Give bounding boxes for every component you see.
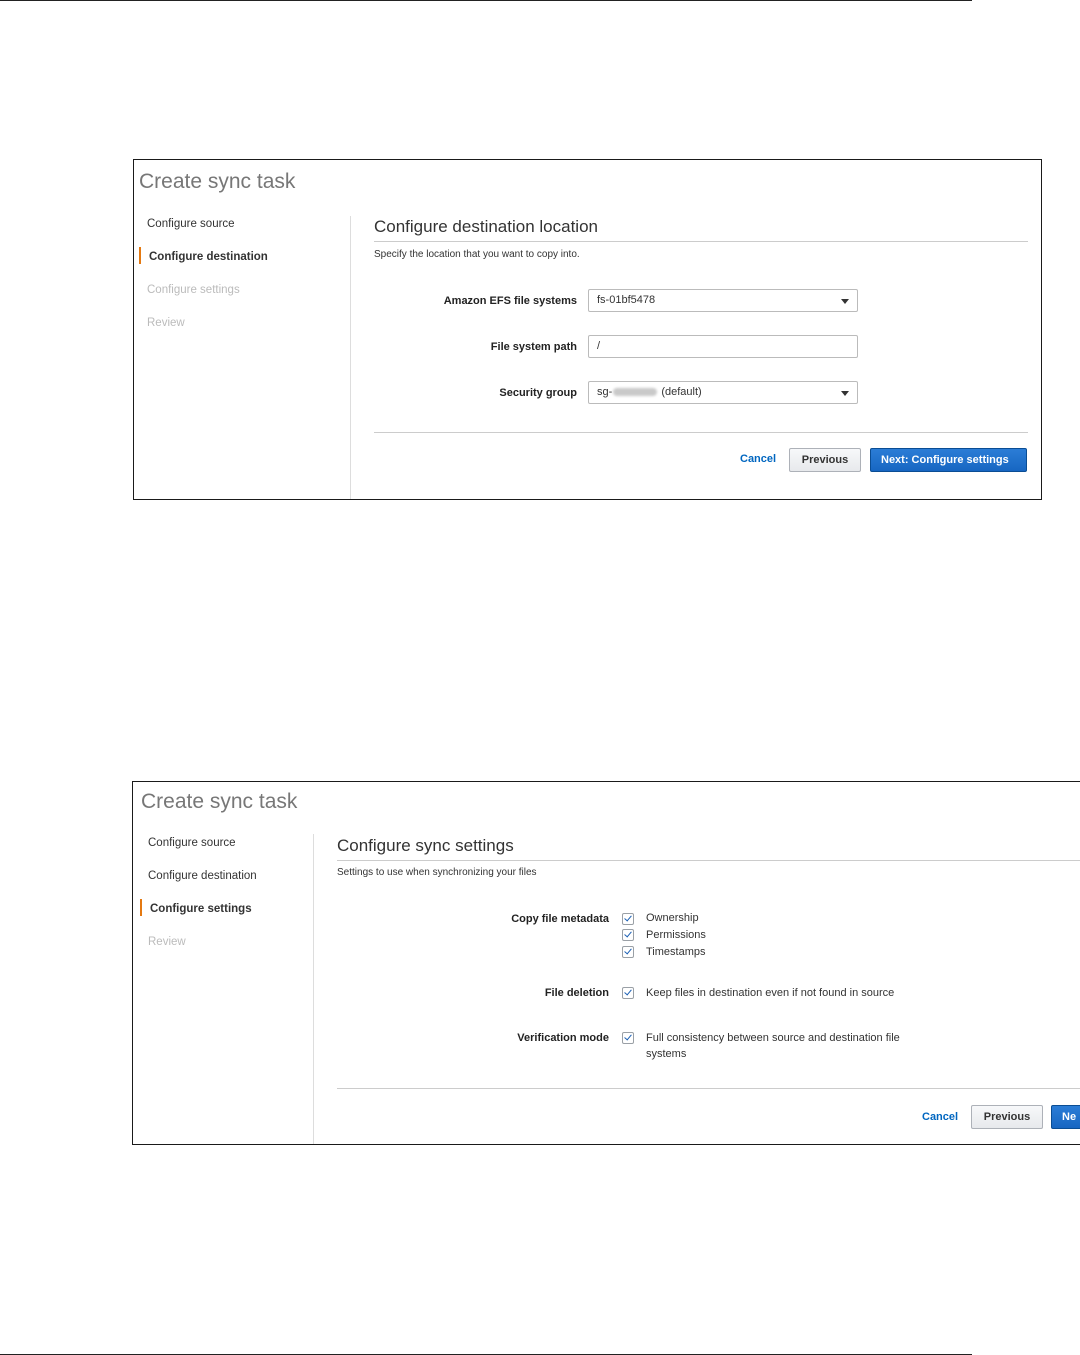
security-group-suffix: (default) — [661, 386, 702, 398]
full-consistency-label-line1: Full consistency between source and dest… — [646, 1032, 900, 1044]
footer-divider — [374, 432, 1028, 433]
efs-field-label: Amazon EFS file systems — [443, 295, 577, 307]
redacted-id — [613, 388, 658, 397]
wizard-title: Create sync task — [141, 790, 298, 813]
step-configure-destination[interactable]: Configure destination — [135, 869, 257, 902]
permissions-checkbox[interactable] — [622, 929, 634, 941]
wizard-title: Create sync task — [139, 170, 296, 193]
footer-divider — [337, 1088, 1080, 1089]
timestamps-label: Timestamps — [646, 946, 706, 958]
step-configure-source[interactable]: Configure source — [135, 836, 257, 869]
next-button[interactable]: Ne — [1051, 1105, 1080, 1129]
ownership-label: Ownership — [646, 912, 699, 924]
verification-mode-label: Verification mode — [517, 1032, 609, 1044]
wizard-steps: Configure source Configure destination C… — [134, 217, 268, 349]
ownership-checkbox[interactable] — [622, 913, 634, 925]
security-group-label: Security group — [499, 387, 577, 399]
section-title: Configure sync settings — [337, 836, 514, 855]
security-group-prefix: sg- — [597, 386, 613, 398]
chevron-down-icon — [841, 299, 849, 304]
next-configure-settings-button[interactable]: Next: Configure settings — [870, 448, 1027, 472]
file-system-path-input[interactable]: / — [588, 335, 858, 358]
efs-select-value: fs-01bf5478 — [597, 294, 656, 306]
security-group-select[interactable]: sg- (default) — [588, 381, 858, 404]
chevron-down-icon — [841, 391, 849, 396]
full-consistency-label-line2: systems — [646, 1048, 687, 1060]
copy-metadata-label: Copy file metadata — [511, 913, 609, 925]
create-sync-task-settings-panel: Create sync task Configure source Config… — [132, 781, 1080, 1145]
keep-files-checkbox[interactable] — [622, 987, 634, 999]
path-field-label: File system path — [490, 341, 577, 353]
section-description: Settings to use when synchronizing your … — [337, 867, 537, 878]
section-divider — [374, 241, 1028, 242]
sidebar-divider — [350, 216, 351, 499]
step-configure-settings[interactable]: Configure settings — [135, 899, 257, 935]
keep-files-label: Keep files in destination even if not fo… — [646, 987, 895, 999]
file-deletion-label: File deletion — [544, 987, 609, 999]
section-description: Specify the location that you want to co… — [374, 249, 580, 260]
step-configure-source[interactable]: Configure source — [134, 217, 268, 250]
step-configure-settings: Configure settings — [147, 284, 240, 296]
efs-select[interactable]: fs-01bf5478 — [588, 289, 858, 312]
cancel-button[interactable]: Cancel — [740, 453, 776, 465]
wizard-steps: Configure source Configure destination C… — [135, 836, 257, 968]
page-top-rule — [0, 0, 972, 1]
previous-button[interactable]: Previous — [789, 448, 861, 472]
step-configure-destination[interactable]: Configure destination — [134, 247, 268, 283]
cancel-button[interactable]: Cancel — [922, 1111, 958, 1123]
permissions-label: Permissions — [646, 929, 706, 941]
step-review: Review — [148, 936, 186, 948]
full-consistency-checkbox[interactable] — [622, 1032, 634, 1044]
timestamps-checkbox[interactable] — [622, 946, 634, 958]
section-title: Configure destination location — [374, 217, 598, 236]
step-review: Review — [147, 317, 185, 329]
section-divider — [337, 860, 1080, 861]
file-system-path-value: / — [597, 340, 601, 352]
previous-button[interactable]: Previous — [971, 1105, 1043, 1129]
create-sync-task-destination-panel: Create sync task Configure source Config… — [133, 159, 1042, 500]
sidebar-divider — [313, 834, 314, 1144]
